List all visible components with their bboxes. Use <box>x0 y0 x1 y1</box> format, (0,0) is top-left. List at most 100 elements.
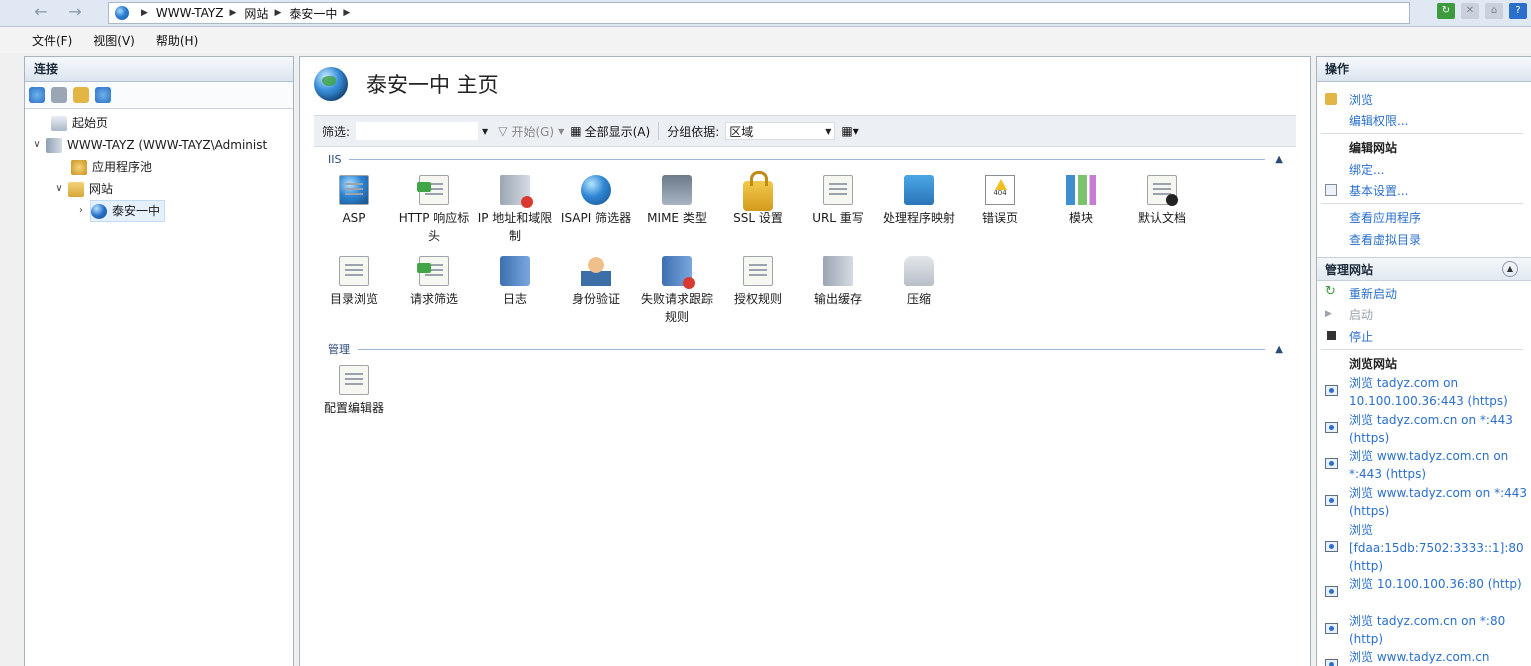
group-by-select[interactable]: 区域 <box>725 122 836 140</box>
feature-asp[interactable]: ASP <box>314 175 394 227</box>
actions-pane: 操作 浏览 编辑权限... 编辑网站 绑定... 基本设置... 查看应用程序 … <box>1316 56 1531 666</box>
feature-output-caching[interactable]: 输出缓存 <box>798 256 878 308</box>
browse-link[interactable]: 浏览 tadyz.com.cn on *:80 (http) <box>1349 612 1529 648</box>
restart-icon: ↻ <box>1325 284 1336 299</box>
start-button[interactable]: 开始(G) <box>511 123 554 140</box>
chevron-up-icon[interactable]: ▲ <box>1502 261 1518 277</box>
tree-item-sites[interactable]: ∨ 网站 <box>53 179 113 199</box>
action-basic-settings[interactable]: 基本设置... <box>1349 182 1408 199</box>
feature-default-document[interactable]: 默认文档 <box>1122 175 1202 227</box>
up-folder-icon[interactable] <box>73 87 89 103</box>
feature-directory-browsing[interactable]: 目录浏览 <box>314 256 394 308</box>
chevron-down-icon[interactable]: ▼ <box>825 127 831 136</box>
feature-label: URL 重写 <box>812 211 864 225</box>
feature-logging[interactable]: 日志 <box>475 256 555 308</box>
browse-link[interactable]: 浏览 [fdaa:15db:7502:3333::1]:80 (http) <box>1349 521 1529 575</box>
configuration-editor-icon <box>339 365 369 395</box>
section-iis[interactable]: IIS ▲ <box>328 152 1283 166</box>
tree-item-server[interactable]: ∨ WWW-TAYZ (WWW-TAYZ\Administ <box>31 135 267 155</box>
chevron-right-icon: ▶ <box>343 8 351 18</box>
tree-label: 应用程序池 <box>92 160 153 174</box>
chevron-down-icon[interactable]: ▼ <box>482 127 488 136</box>
browse-link[interactable]: 浏览 www.tadyz.com.cn <box>1349 648 1529 666</box>
browse-icon <box>1325 541 1338 552</box>
filter-bar: 筛选: ▼ ▽ 开始(G) ▼ ▦ 全部显示(A) 分组依据: 区域 ▼ ▦▾ <box>314 115 1296 147</box>
browse-link[interactable]: 浏览 tadyz.com on 10.100.100.36:443 (https… <box>1349 374 1529 410</box>
menu-file[interactable]: 文件(F) <box>32 32 72 49</box>
menu-help[interactable]: 帮助(H) <box>156 32 198 49</box>
feature-ip-restrictions[interactable]: IP 地址和域限制 <box>475 175 555 245</box>
action-explore[interactable]: 浏览 <box>1349 91 1373 108</box>
feature-url-rewrite[interactable]: URL 重写 <box>798 175 878 227</box>
breadcrumb-server[interactable]: WWW-TAYZ <box>156 6 224 20</box>
browse-icon <box>1325 422 1338 433</box>
features-view: 泰安一中 主页 筛选: ▼ ▽ 开始(G) ▼ ▦ 全部显示(A) 分组依据: … <box>299 56 1311 666</box>
action-view-virtual-dirs[interactable]: 查看虚拟目录 <box>1349 231 1421 248</box>
divider <box>1321 349 1523 350</box>
feature-http-headers[interactable]: HTTP 响应标头 <box>394 175 474 245</box>
chevron-up-icon[interactable]: ▲ <box>1275 344 1283 355</box>
show-all-button[interactable]: 全部显示(A) <box>585 123 651 140</box>
manage-site-band[interactable]: 管理网站 ▲ <box>1317 257 1531 281</box>
action-stop[interactable]: 停止 <box>1349 328 1373 345</box>
feature-label: 默认文档 <box>1137 211 1186 225</box>
feature-compression[interactable]: 压缩 <box>879 256 959 308</box>
feature-label: 错误页 <box>981 211 1018 225</box>
feature-authentication[interactable]: 身份验证 <box>556 256 636 308</box>
stop-icon <box>1327 331 1336 340</box>
feature-configuration-editor[interactable]: 配置编辑器 <box>314 365 394 417</box>
selected-site[interactable]: 泰安一中 <box>90 200 166 222</box>
directory-browsing-icon <box>339 256 369 286</box>
browse-link[interactable]: 浏览 tadyz.com.cn on *:443 (https) <box>1349 411 1529 447</box>
disconnect-icon[interactable] <box>95 87 111 103</box>
feature-failed-request-tracing[interactable]: 失败请求跟踪规则 <box>637 256 717 326</box>
breadcrumb-sites[interactable]: 网站 <box>244 5 268 22</box>
chevron-down-icon[interactable]: ∨ <box>53 179 65 199</box>
tree-item-start-page[interactable]: 起始页 <box>51 113 108 133</box>
home-icon[interactable]: ⌂ <box>1485 3 1503 19</box>
breadcrumb[interactable]: ▶ WWW-TAYZ ▶ 网站 ▶ 泰安一中 ▶ <box>108 2 1410 24</box>
chevron-up-icon[interactable]: ▲ <box>1275 154 1283 165</box>
filter-input[interactable] <box>356 122 479 140</box>
browse-link[interactable]: 浏览 www.tadyz.com on *:443 (https) <box>1349 484 1529 520</box>
save-icon[interactable] <box>51 87 67 103</box>
menu-bar: 文件(F) 视图(V) 帮助(H) <box>0 27 1531 53</box>
chevron-down-icon[interactable]: ∨ <box>31 135 43 155</box>
feature-request-filtering[interactable]: 请求筛选 <box>394 256 474 308</box>
action-edit-permissions[interactable]: 编辑权限... <box>1349 112 1408 129</box>
action-start[interactable]: 启动 <box>1349 306 1373 323</box>
back-arrow-icon[interactable]: ← <box>28 2 54 22</box>
tree-item-site[interactable]: › 泰安一中 <box>75 200 166 222</box>
feature-authorization-rules[interactable]: 授权规则 <box>718 256 798 308</box>
tree-label: 网站 <box>89 182 114 196</box>
tree-label: 泰安一中 <box>112 204 161 218</box>
section-management[interactable]: 管理 ▲ <box>328 342 1283 356</box>
feature-handler-mappings[interactable]: 处理程序映射 <box>879 175 959 227</box>
isapi-filter-icon <box>581 175 611 205</box>
help-icon[interactable]: ? <box>1509 3 1527 19</box>
chevron-down-icon[interactable]: ▼ <box>558 127 564 136</box>
view-mode-icon[interactable]: ▦▾ <box>841 124 858 138</box>
action-bindings[interactable]: 绑定... <box>1349 161 1384 178</box>
divider <box>358 348 1266 350</box>
chevron-right-icon[interactable]: › <box>75 201 87 221</box>
feature-isapi-filters[interactable]: ISAPI 筛选器 <box>556 175 636 227</box>
authentication-icon <box>581 256 611 286</box>
connect-globe-icon[interactable] <box>29 87 45 103</box>
menu-view[interactable]: 视图(V) <box>93 32 135 49</box>
forward-arrow-icon[interactable]: → <box>62 2 88 22</box>
tree-item-app-pools[interactable]: 应用程序池 <box>71 157 152 177</box>
feature-error-pages[interactable]: 错误页 <box>960 175 1040 227</box>
feature-modules[interactable]: 模块 <box>1041 175 1121 227</box>
feature-mime-types[interactable]: MIME 类型 <box>637 175 717 227</box>
action-restart[interactable]: 重新启动 <box>1349 285 1397 302</box>
breadcrumb-site[interactable]: 泰安一中 <box>289 5 337 22</box>
feature-ssl-settings[interactable]: SSL 设置 <box>718 171 798 227</box>
browse-link[interactable]: 浏览 www.tadyz.com.cn on *:443 (https) <box>1349 447 1529 483</box>
stop-icon[interactable]: ✕ <box>1461 3 1479 19</box>
browse-link[interactable]: 浏览 10.100.100.36:80 (http) <box>1349 575 1529 593</box>
refresh-icon[interactable]: ↻ <box>1437 3 1455 19</box>
browse-site-header: 浏览网站 <box>1349 357 1398 371</box>
section-label: 管理 <box>328 343 350 356</box>
action-view-applications[interactable]: 查看应用程序 <box>1349 209 1421 226</box>
